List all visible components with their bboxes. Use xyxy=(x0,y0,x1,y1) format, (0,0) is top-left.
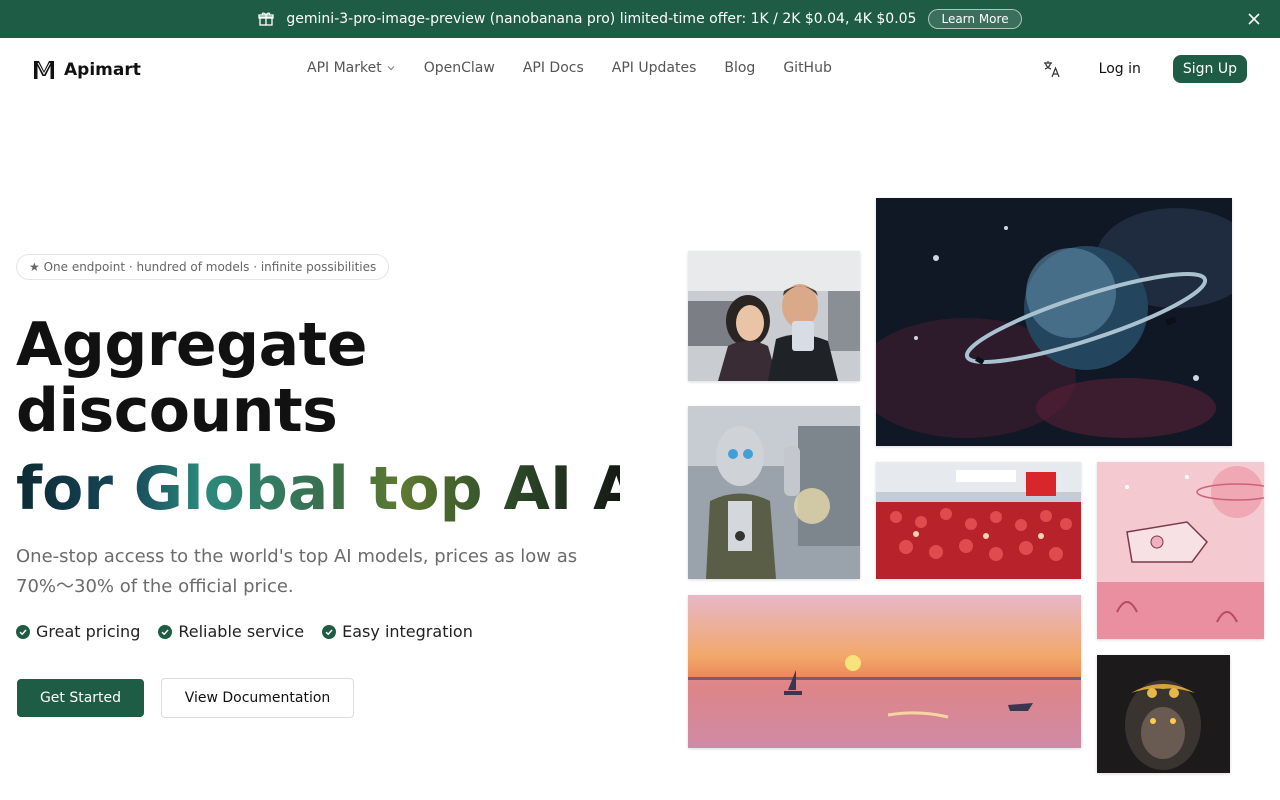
hero-title-gradient: for Global top AI A xyxy=(16,456,620,522)
gallery-image-crowd xyxy=(876,462,1081,579)
hero-title: Aggregate discounts xyxy=(16,312,367,444)
nav-openclaw[interactable]: OpenClaw xyxy=(424,60,495,76)
gallery-image-spaceship xyxy=(1097,462,1264,639)
nav-label: OpenClaw xyxy=(423,60,495,76)
gallery-image-planet xyxy=(876,198,1232,446)
nav-label: API Updates xyxy=(611,60,697,76)
gift-icon xyxy=(258,12,275,26)
learn-more-button[interactable]: Learn More xyxy=(928,9,1022,29)
feature-item: Great pricing xyxy=(16,622,140,641)
get-started-button[interactable]: Get Started xyxy=(17,679,144,717)
login-link[interactable]: Log in xyxy=(1099,61,1141,77)
nav-label: API Docs xyxy=(522,60,584,76)
gallery-image-selfie xyxy=(688,251,860,381)
feature-label: Reliable service xyxy=(178,622,305,641)
feature-item: Reliable service xyxy=(158,622,304,641)
feature-list: Great pricing Reliable service Easy inte… xyxy=(16,622,491,641)
main-nav: API Market OpenClaw API Docs API Updates… xyxy=(307,60,860,76)
hero-subtitle: One-stop access to the world's top AI mo… xyxy=(16,546,578,597)
hero-badge: ★ One endpoint · hundred of models · inf… xyxy=(16,254,390,280)
check-circle-icon xyxy=(322,624,337,639)
feature-item: Easy integration xyxy=(322,622,473,641)
signup-button[interactable]: Sign Up xyxy=(1172,55,1247,83)
chevron-down-icon xyxy=(387,66,395,71)
logo[interactable]: Apimart xyxy=(32,58,141,82)
gallery-image-monkey-king xyxy=(1097,655,1230,773)
promo-banner: gemini-3-pro-image-preview (nanobanana p… xyxy=(0,0,1280,38)
nav-api-docs[interactable]: API Docs xyxy=(523,60,584,76)
check-circle-icon xyxy=(16,624,30,639)
hero-title-line2: discounts xyxy=(16,376,338,446)
nav-label: Blog xyxy=(724,60,756,76)
feature-label: Great pricing xyxy=(36,622,141,641)
brand-name: Apimart xyxy=(64,60,141,80)
header-actions: Log in Sign Up xyxy=(1043,55,1247,83)
close-icon[interactable] xyxy=(1246,11,1262,27)
nav-label: API Market xyxy=(307,60,382,76)
hero-title-gradient-text: for Global top AI A xyxy=(16,456,620,522)
feature-label: Easy integration xyxy=(342,622,473,641)
translate-icon[interactable] xyxy=(1043,60,1061,78)
gallery-image-sunset xyxy=(688,595,1081,748)
nav-api-updates[interactable]: API Updates xyxy=(612,60,697,76)
promo-text: gemini-3-pro-image-preview (nanobanana p… xyxy=(286,11,917,27)
view-documentation-button[interactable]: View Documentation xyxy=(161,678,354,718)
nav-label: GitHub xyxy=(783,60,832,76)
check-circle-icon xyxy=(158,624,173,639)
nav-api-market[interactable]: API Market xyxy=(307,60,396,76)
gallery-image-robot xyxy=(688,406,860,579)
logo-mark-icon xyxy=(34,61,54,79)
nav-github[interactable]: GitHub xyxy=(783,60,832,76)
nav-blog[interactable]: Blog xyxy=(724,60,755,76)
site-header: Apimart API Market OpenClaw API Docs API… xyxy=(0,38,1280,102)
hero-title-line1: Aggregate xyxy=(16,310,367,380)
